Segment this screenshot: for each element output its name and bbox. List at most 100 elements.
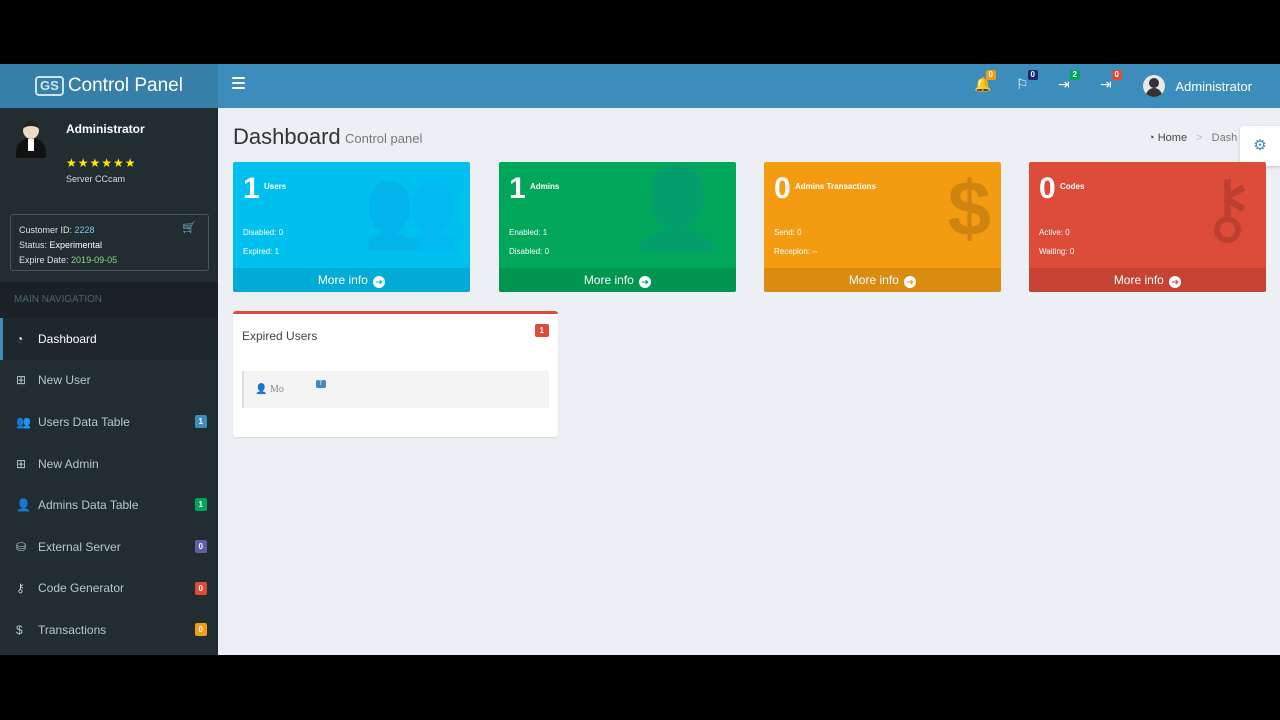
customer-id-value: 2228 [74,225,95,235]
dashboard-icon: ◔ [1148,132,1155,144]
sidebar: Administrator ★★★★★★ Server CCcam 🛒 Cust… [0,108,218,655]
dollar-icon: $ [16,622,23,637]
top-navbar: 🔔 0 ⚐ 0 ⇥ 2 ⇥ 0 Administrator [218,64,1280,108]
list-item[interactable]: 👤 Mo T [242,371,549,408]
sign-in-icon-2-glyph: ⇥ [1100,76,1112,92]
sidebar-item-new-user[interactable]: ⊞ New User [0,360,218,402]
sidebar-item-dashboard[interactable]: ◔ Dashboard [0,318,218,360]
stat-box-codes: ⚷ 0 Codes Active: 0 Waiting: 0 More info ➜ [1029,162,1266,292]
sidebar-item-new-admin[interactable]: ⊞ New Admin [0,443,218,485]
stat-box-admins: 👤 1 Admins Enabled: 1 Disabled: 0 More info ➜ [499,162,736,292]
stat-label: Codes [1060,182,1085,191]
sidebar-item-label: Dashboard [38,331,97,346]
stat-value: 0 [774,172,791,205]
arrow-circle-right-icon: ➜ [639,276,652,288]
stat-detail: Expired: 1 [243,247,280,256]
expired-users-panel: Expired Users 1 👤 Mo T [233,311,558,437]
notification-count: 0 [1111,70,1122,80]
app-window: GS Control Panel 🔔 0 ⚐ 0 ⇥ 2 ⇥ 0 Administrator … [0,64,1280,655]
sidebar-item-external-server[interactable]: ⛁ External Server 0 [0,526,218,568]
sidebar-item-label: New User [38,373,91,388]
avatar [14,120,48,160]
logo-badge: GS [35,76,64,96]
stat-value: 0 [1039,172,1056,205]
page-subtitle: Control panel [345,131,423,146]
sidebar-item-label: Admins Data Table [38,498,139,513]
sidebar-toggle-icon[interactable] [232,77,245,91]
sidebar-item-admins-data-table[interactable]: 👤 Admins Data Table 1 [0,484,218,526]
server-name: Server CCcam [66,174,126,184]
bell-icon[interactable]: 🔔 0 [974,70,996,96]
user-icon: 👤 [255,384,268,395]
more-info-link[interactable]: More info ➜ [233,268,470,292]
flag-icon-glyph: ⚐ [1016,76,1029,92]
arrow-circle-right-icon: ➜ [373,276,386,288]
sidebar-item-label: New Admin [38,456,99,471]
stat-label: Admins [530,182,560,191]
sign-in-icon-2[interactable]: ⇥ 0 [1100,70,1122,96]
expire-date-value: 2019-09-05 [71,255,118,265]
status-label: Status: [19,240,48,250]
stat-detail: Disabled: 0 [243,228,284,237]
logo[interactable]: GS Control Panel [0,64,218,108]
users-icon: 👥 [362,164,460,252]
customer-id-label: Customer ID: [19,225,73,235]
cart-icon[interactable]: 🛒 [182,221,196,236]
notification-count: 0 [985,70,996,80]
sidebar-item-label: Transactions [38,622,107,637]
sign-in-icon-1-glyph: ⇥ [1058,76,1070,92]
count-badge: 1 [534,324,549,337]
sidebar-menu: ◔ Dashboard ⊞ New User 👥 Users Data Table 1 ⊞ Ne… [0,318,218,651]
more-info-link[interactable]: More info ➜ [1029,268,1266,292]
stat-box-admins-transactions: $0 Admins Transactions Send: 0 Recepion: --… [764,162,1001,292]
user-panel: Administrator ★★★★★★ Server CCcam [0,108,218,208]
key-icon: ⚷ [16,581,25,596]
nav-header: MAIN NAVIGATION [0,282,218,318]
stat-label: Admins Transactions [795,182,876,191]
user-menu[interactable]: Administrator [1143,74,1252,98]
expire-date-label: Expire Date: [19,255,69,265]
user-icon: 👤 [16,498,31,513]
user-icon: 👤 [628,164,726,252]
breadcrumb-home[interactable]: Home [1158,132,1187,144]
sidebar-item-label: Code Generator [38,581,125,596]
list-item-user: 👤 Mo [255,384,284,395]
gear-icon[interactable]: ⚙ [1240,126,1280,166]
server-icon: ⛁ [16,539,27,554]
sidebar-item-transactions[interactable]: $ Transactions 0 [0,609,218,651]
stat-detail: Disabled: 0 [509,247,550,256]
breadcrumb-current: Dash [1211,132,1238,144]
logo-text: Control Panel [67,75,183,96]
user-panel-name: Administrator [66,122,145,136]
sign-in-icon-1[interactable]: ⇥ 2 [1058,70,1080,96]
stat-value: 1 [243,172,260,205]
page-title: Dashboard [233,124,341,149]
more-info-link[interactable]: More info ➜ [499,268,736,292]
flag-icon[interactable]: ⚐ 0 [1016,70,1038,96]
more-info-link[interactable]: More info ➜ [764,268,1001,292]
rating-stars: ★★★★★★ [66,156,137,170]
plus-square-outline-icon: ⊞ [16,456,27,471]
sidebar-item-code-generator[interactable]: ⚷ Code Generator 0 [0,568,218,610]
main-content: Dashboard Control panel ◔ Home > Dash ⚙ … [218,108,1280,655]
key-icon: ⚷ [1198,164,1256,252]
users-icon: 👥 [16,414,31,429]
status-value: Experimental [49,240,103,250]
stat-detail: Enabled: 1 [509,228,548,237]
dollar-icon: $ [947,164,991,252]
dashboard-icon: ◔ [16,331,24,346]
breadcrumb: ◔ Home > Dash [1148,132,1238,144]
stat-detail: Active: 0 [1039,228,1070,237]
arrow-circle-right-icon: ➜ [904,276,917,288]
user-menu-name: Administrator [1175,78,1252,94]
avatar [1143,75,1166,97]
count-badge: 1 [194,498,207,512]
arrow-circle-right-icon: ➜ [1169,276,1182,288]
stat-detail: Send: 0 [774,228,802,237]
stat-detail: Recepion: -- [774,247,818,256]
count-badge: 1 [194,415,207,429]
panel-title: Expired Users [242,329,318,343]
stat-label: Users [264,182,287,191]
count-badge: 0 [194,581,207,595]
sidebar-item-users-data-table[interactable]: 👥 Users Data Table 1 [0,401,218,443]
